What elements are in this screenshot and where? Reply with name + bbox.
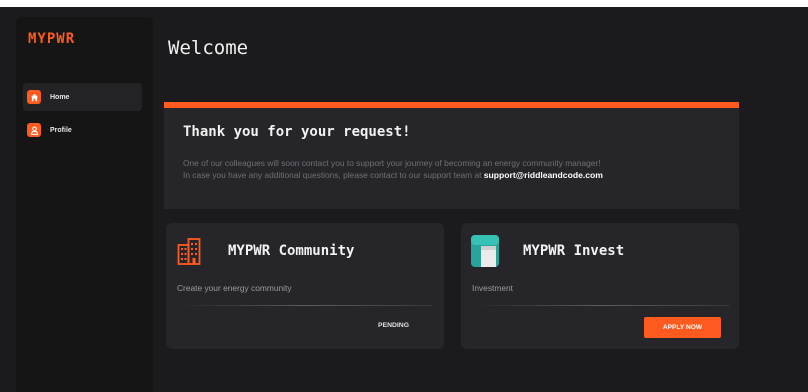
- user-icon: [27, 123, 41, 137]
- card-divider: [472, 305, 729, 306]
- app-logo[interactable]: MYPWR: [28, 31, 75, 47]
- card-divider: [177, 305, 432, 306]
- support-email-link[interactable]: support@riddleandcode.com: [484, 170, 603, 180]
- invest-card[interactable]: MYPWR Invest Investment APPLY NOW: [461, 223, 739, 349]
- banner-heading: Thank you for your request!: [183, 124, 411, 140]
- request-confirmation-banner: Thank you for your request! One of our c…: [164, 102, 739, 209]
- home-icon: [27, 90, 41, 104]
- apply-now-button[interactable]: APPLY NOW: [644, 317, 721, 338]
- sidebar-item-label: Profile: [50, 126, 72, 134]
- banner-message-line2: In case you have any additional question…: [183, 170, 603, 180]
- banner-message-line1: One of our colleagues will soon contact …: [183, 158, 601, 168]
- buildings-icon: [177, 237, 201, 269]
- sidebar-item-profile[interactable]: Profile: [23, 116, 142, 144]
- card-description: Create your energy community: [177, 283, 292, 293]
- card-description: Investment: [472, 283, 513, 293]
- sidebar-item-label: Home: [50, 93, 70, 101]
- sidebar-item-home[interactable]: Home: [23, 83, 142, 111]
- sidebar: MYPWR Home Profile: [16, 17, 153, 392]
- card-title: MYPWR Community: [228, 243, 355, 259]
- page-title: Welcome: [168, 37, 249, 59]
- status-badge: PENDING: [378, 322, 409, 329]
- community-card[interactable]: MYPWR Community Create your energy commu…: [166, 223, 444, 349]
- banner-message-text: In case you have any additional question…: [183, 170, 482, 180]
- app-window: MYPWR Home Profile Welcome Thank you for…: [0, 7, 808, 392]
- card-title: MYPWR Invest: [523, 243, 625, 259]
- invest-icon: [471, 235, 499, 271]
